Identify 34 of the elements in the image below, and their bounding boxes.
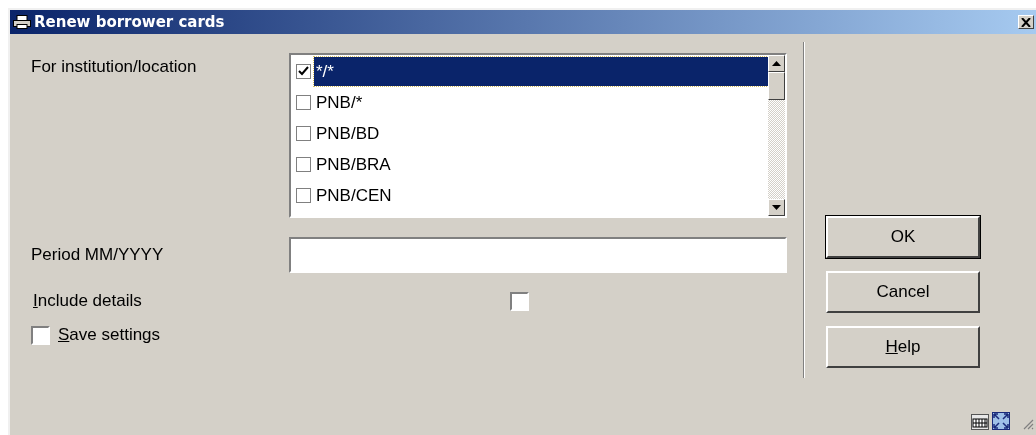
field-label: For institution/location [31,56,198,77]
dialog-button[interactable]: Cancel [826,271,980,313]
dialog-button[interactable]: OK [826,216,980,258]
checkbox-label[interactable]: Save settings [58,325,161,345]
checkbox[interactable] [296,64,311,79]
list-item[interactable]: PNB/CEN [291,180,768,211]
up-arrow-icon[interactable] [772,61,781,66]
scrollbar[interactable] [768,55,785,216]
window-title: Renew borrower cards [34,13,226,31]
expand-icon[interactable] [992,412,1010,430]
list-item[interactable]: PNB/* [291,87,768,118]
location-list[interactable]: */* PNB/* PNB/BD PNB/BRA PNB/CEN [289,53,787,218]
item-label: PNB/* [315,92,364,114]
checkbox[interactable] [296,188,311,203]
checkbox[interactable] [31,325,50,345]
down-arrow-icon[interactable] [772,205,781,210]
item-label: PNB/BRA [315,154,392,176]
checkbox[interactable] [296,95,311,110]
keyboard-icon[interactable] [971,414,989,430]
checkbox[interactable] [510,291,529,311]
period-input[interactable] [289,237,787,273]
scroll-thumb[interactable] [768,72,785,100]
item-label: PNB/BD [315,123,381,145]
list-item[interactable]: PNB/BRA [291,149,768,180]
dialog-button[interactable]: Help [826,326,980,368]
resize-grip-icon[interactable] [1023,419,1034,430]
printer-icon [13,15,31,29]
close-button[interactable] [1018,15,1034,29]
checkbox[interactable] [296,157,311,172]
list-item[interactable]: PNB/BD [291,118,768,149]
field-label: Period MM/YYYY [31,245,165,265]
checkbox-label: Include details [33,291,143,311]
item-label: PNB/CEN [315,185,393,207]
checkbox[interactable] [296,126,311,141]
